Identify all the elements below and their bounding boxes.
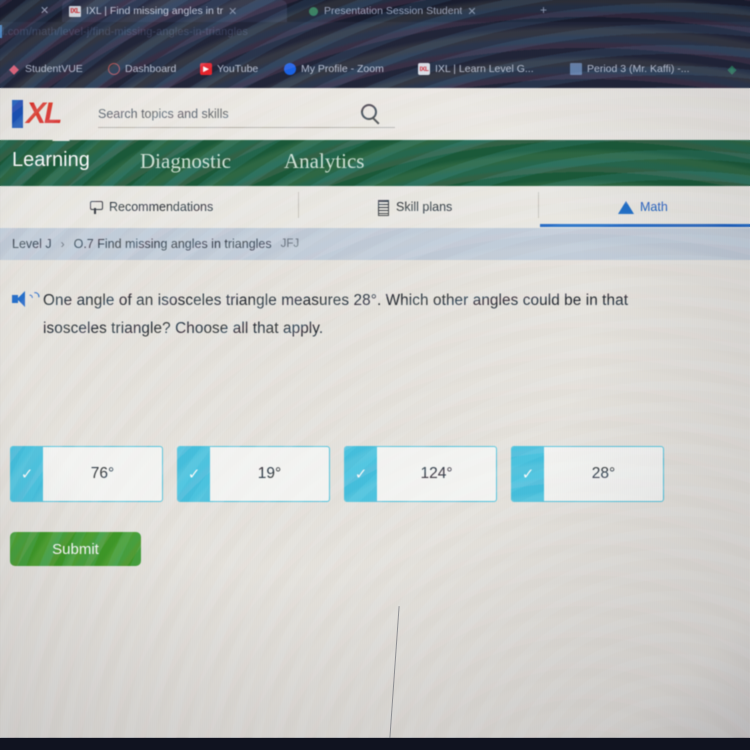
photographed-screen: ✕ IXL IXL | Find missing angles in tr ✕ … — [0, 0, 750, 750]
ixl-icon: IXL — [418, 63, 430, 75]
search-container[interactable] — [98, 102, 395, 128]
browser-tab-presentation-session[interactable]: Presentation Session Student ✕ — [300, 0, 515, 22]
answer-choice-label: 19° — [257, 465, 282, 482]
search-icon[interactable] — [361, 104, 377, 120]
tab-label: Math — [640, 200, 668, 214]
math-pyramid-icon — [618, 200, 634, 214]
skill-plans-icon — [375, 199, 390, 216]
browser-tab-ixl[interactable]: IXL IXL | Find missing angles in tr ✕ — [62, 0, 287, 22]
bookmark-period-3[interactable]: Period 3 (Mr. Kaffi) -... — [570, 60, 690, 78]
ixl-logo-bar — [12, 100, 23, 128]
dashboard-icon — [108, 63, 120, 75]
browser-tab-title: IXL | Find missing angles in tr — [86, 5, 224, 17]
question-block: One angle of an isosceles triangle measu… — [10, 287, 740, 343]
checkmark-icon[interactable]: ✓ — [11, 447, 43, 501]
search-input[interactable] — [98, 102, 395, 126]
close-icon[interactable]: ✕ — [228, 5, 237, 18]
bookmark-label: IXL | Learn Level G... — [435, 63, 534, 75]
chevron-right-icon: › — [60, 237, 65, 251]
answer-choice-28[interactable]: ✓ 28° — [511, 446, 664, 502]
question-line-2: isosceles triangle? Choose all that appl… — [43, 320, 324, 337]
tab-skill-plans[interactable]: Skill plans — [375, 196, 452, 218]
monitor-bezel — [0, 738, 750, 750]
nav-item-learning[interactable]: Learning — [12, 149, 90, 172]
bookmark-label: My Profile - Zoom — [301, 63, 384, 75]
answer-choice-label: 28° — [591, 465, 616, 482]
chevron-down-icon: ◈ — [727, 63, 737, 76]
question-content-area: One angle of an isosceles triangle measu… — [0, 260, 750, 738]
answer-choice-group: ✓ 76° ✓ 19° ✓ 124° ✓ 28° — [10, 446, 664, 502]
bookmark-youtube[interactable]: ▶ YouTube — [200, 60, 258, 78]
question-line-1: One angle of an isosceles triangle measu… — [43, 292, 629, 309]
browser-address-bar[interactable]: l.com/math/level-j/find-missing-angles-i… — [0, 22, 750, 48]
skill-code: JFJ — [280, 238, 300, 250]
answer-choice-label: 76° — [90, 465, 115, 482]
ixl-logo-text: XL — [26, 97, 62, 130]
question-text: One angle of an isosceles triangle measu… — [43, 287, 740, 343]
session-favicon — [307, 6, 319, 17]
checkmark-icon[interactable]: ✓ — [512, 447, 544, 501]
tab-label: Recommendations — [109, 200, 214, 214]
studentvue-icon: ◆ — [9, 62, 19, 76]
bookmark-label: Dashboard — [125, 63, 177, 75]
browser-tab-strip: ✕ IXL IXL | Find missing angles in tr ✕ … — [0, 0, 750, 22]
new-tab-button[interactable]: + — [540, 3, 547, 17]
close-icon[interactable]: ✕ — [467, 5, 476, 18]
ixl-page: XL Learning Diagnostic Analytics Recomme… — [0, 88, 750, 738]
checkmark-icon[interactable]: ✓ — [178, 447, 210, 501]
breadcrumb-level[interactable]: Level J — [12, 237, 52, 251]
answer-choice-124[interactable]: ✓ 124° — [344, 446, 497, 502]
tab-math[interactable]: Math — [618, 196, 668, 218]
document-icon — [570, 63, 582, 75]
ixl-sub-nav: Recommendations Skill plans Math — [0, 186, 750, 228]
bookmark-label: YouTube — [217, 63, 259, 75]
bookmark-label: Period 3 (Mr. Kaffi) -... — [587, 63, 690, 75]
speaker-icon[interactable] — [12, 289, 43, 309]
tab-close-icon-left[interactable]: ✕ — [40, 4, 49, 17]
bookmark-dashboard[interactable]: Dashboard — [108, 60, 176, 78]
checkmark-icon[interactable]: ✓ — [345, 447, 377, 501]
youtube-icon: ▶ — [200, 63, 212, 75]
recommendations-icon — [88, 199, 103, 215]
browser-chrome: ✕ IXL IXL | Find missing angles in tr ✕ … — [0, 0, 750, 88]
active-tab-underline — [540, 224, 750, 227]
answer-choice-19[interactable]: ✓ 19° — [177, 446, 330, 502]
ixl-favicon: IXL — [69, 5, 81, 17]
active-nav-arrow-indicator — [52, 132, 70, 141]
subnav-divider — [298, 192, 299, 218]
bookmark-ixl-level-g[interactable]: IXL IXL | Learn Level G... — [418, 60, 534, 78]
tab-recommendations[interactable]: Recommendations — [88, 196, 213, 218]
bookmark-studentvue[interactable]: ◆ StudentVUE — [8, 60, 83, 78]
bookmark-zoom-profile[interactable]: My Profile - Zoom — [284, 60, 384, 78]
breadcrumb-skill: O.7 Find missing angles in triangles — [73, 237, 272, 251]
answer-choice-76[interactable]: ✓ 76° — [10, 446, 163, 502]
tab-label: Skill plans — [396, 200, 453, 214]
ixl-header: XL — [0, 88, 750, 140]
ixl-logo[interactable]: XL — [12, 97, 62, 130]
answer-choice-label: 124° — [420, 465, 453, 482]
submit-button[interactable]: Submit — [10, 532, 141, 566]
nav-item-diagnostic[interactable]: Diagnostic — [140, 149, 231, 174]
subnav-divider — [538, 192, 539, 218]
address-bar-url: l.com/math/level-j/find-missing-angles-i… — [2, 26, 248, 38]
zoom-icon — [284, 63, 296, 75]
bookmark-label: StudentVUE — [25, 63, 83, 75]
breadcrumb: Level J › O.7 Find missing angles in tri… — [0, 228, 750, 260]
bookmarks-bar: ◆ StudentVUE Dashboard ▶ YouTube My Prof… — [0, 52, 750, 88]
nav-item-analytics[interactable]: Analytics — [284, 149, 364, 174]
browser-tab-title: Presentation Session Student — [324, 5, 463, 17]
bookmark-overflow[interactable]: ◈ — [726, 60, 738, 78]
ixl-main-nav: Learning Diagnostic Analytics — [0, 140, 750, 186]
